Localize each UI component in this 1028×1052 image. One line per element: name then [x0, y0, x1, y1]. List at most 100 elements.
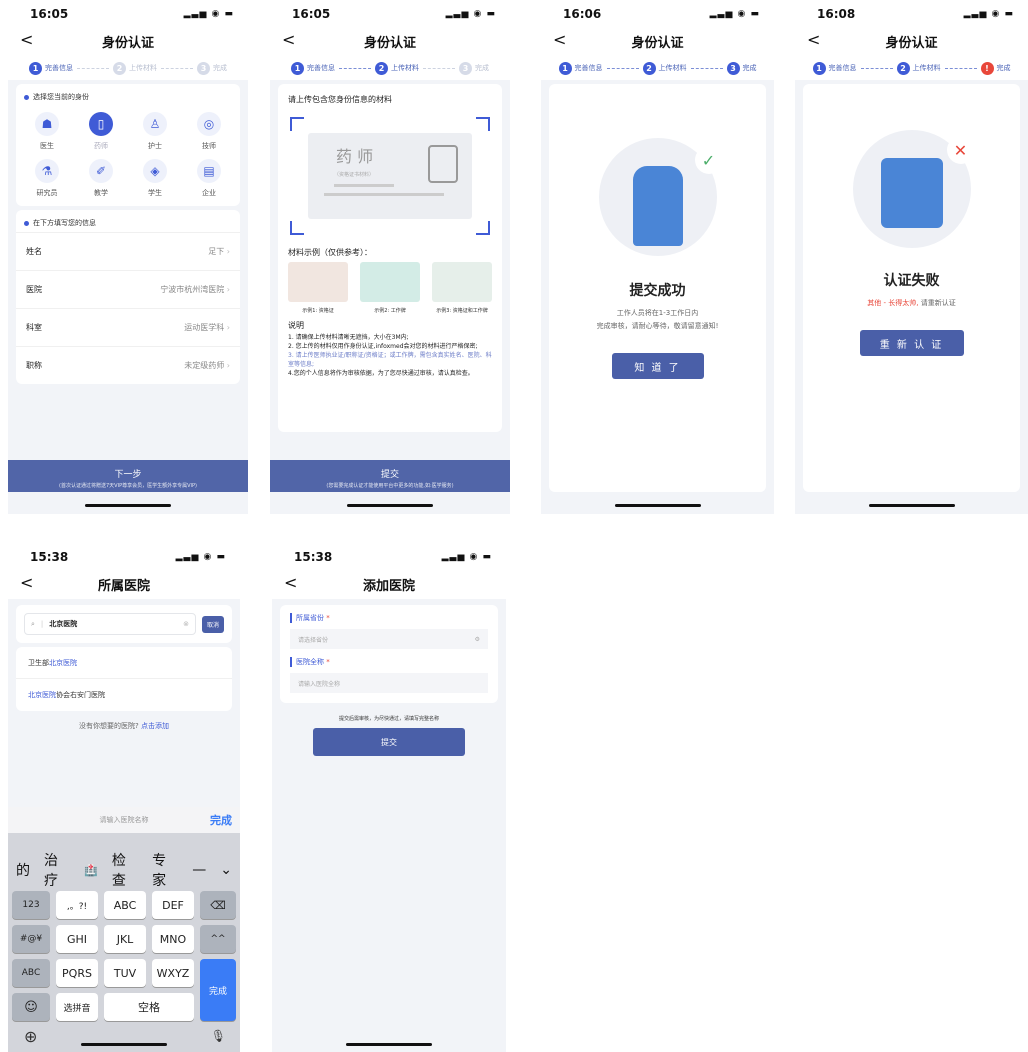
step-divider: [606, 67, 639, 69]
nav-bar: < 身份认证: [541, 26, 774, 56]
hospital-name-field[interactable]: 请输入医院全称: [290, 673, 488, 693]
done-button[interactable]: 完成: [210, 812, 232, 828]
label-text: 所属省份: [296, 614, 324, 622]
clear-icon[interactable]: ⊗: [183, 620, 189, 628]
back-icon[interactable]: <: [553, 30, 566, 49]
status-icons: ▂▃▅ ◉ ▬: [441, 552, 492, 562]
candidate[interactable]: 检查: [112, 850, 138, 890]
corner-bl: [290, 221, 304, 235]
back-icon[interactable]: <: [807, 30, 820, 49]
page-title: 身份认证: [885, 35, 938, 51]
next-sublabel: (首次认证通过将赠送7天VIP尊享会员，医学生额外享专属VIP): [59, 483, 197, 489]
status-time: 15:38: [294, 550, 333, 564]
key-abc[interactable]: ABC: [104, 891, 146, 919]
nav-bar: < 添加医院: [272, 569, 506, 599]
reauth-button[interactable]: 重 新 认 证: [859, 330, 964, 356]
expand-icon[interactable]: ⌄: [220, 862, 232, 878]
search-input[interactable]: ⌕ | 北京医院 ⊗: [24, 613, 196, 635]
submit-button[interactable]: 提交: [313, 728, 465, 756]
step-divider: [423, 67, 455, 69]
space-key[interactable]: 空格: [104, 993, 194, 1021]
hospital-name-input[interactable]: 请输入医院名称: [100, 815, 149, 825]
identity-student[interactable]: ◈ 学生: [128, 159, 182, 198]
status-bar: 15:38 ▂▃▅ ◉ ▬: [8, 545, 240, 569]
key-def[interactable]: DEF: [152, 891, 194, 919]
identity-pharmacist[interactable]: ▯ 药师: [74, 112, 128, 151]
id-card-icon: [880, 158, 943, 228]
key-jkl[interactable]: JKL: [104, 925, 146, 953]
got-it-button[interactable]: 知 道 了: [611, 353, 704, 379]
back-icon[interactable]: <: [282, 30, 295, 49]
status-icons: ▂▃▅ ◉ ▬: [445, 9, 496, 19]
candidate[interactable]: 专家: [152, 850, 178, 890]
step-label: 完善信息: [828, 64, 857, 72]
key-abc-mode[interactable]: ABC: [12, 959, 50, 987]
label-text: 医院全称: [296, 658, 324, 666]
gear-icon: ⚙: [474, 635, 480, 643]
emoji-key[interactable]: ☺: [12, 993, 50, 1021]
next-button[interactable]: 下一步 (首次认证通过将赠送7天VIP尊享会员，医学生额外享专属VIP): [8, 460, 248, 492]
key-select-pinyin[interactable]: 选拼音: [56, 993, 98, 1021]
phone-failure: 16:08 ▂▃▅ ◉ ▬ < 身份认证 1 完善信息 2 上传材料 ! 完成 ✕ 认证失…: [795, 2, 1028, 514]
cancel-button[interactable]: 取消: [201, 615, 224, 633]
candidate[interactable]: 治疗: [44, 850, 70, 890]
teaching-icon: ✐: [89, 159, 113, 183]
identity-researcher[interactable]: ⚗ 研究员: [20, 159, 74, 198]
field-title[interactable]: 职称 未定级药师: [16, 346, 240, 384]
identity-enterprise[interactable]: ▤ 企业: [182, 159, 236, 198]
note-item: 4.您的个人信息将作为审核依据，为了您尽快通过审核，请认真检查。: [288, 370, 474, 377]
key-symbols[interactable]: #@¥: [12, 925, 50, 953]
upload-area[interactable]: 药 师 （资格证书材料）: [288, 115, 492, 237]
technician-icon: ◎: [197, 112, 221, 136]
province-select[interactable]: 请选择省份 ⚙: [290, 629, 488, 649]
field-department[interactable]: 科室 运动医学科: [16, 308, 240, 346]
candidate-emoji[interactable]: 🏥: [84, 864, 98, 877]
globe-icon[interactable]: ⊕: [24, 1027, 37, 1046]
identity-nurse[interactable]: ♙ 护士: [128, 112, 182, 151]
result-item[interactable]: 北京医院 协会右安门医院: [16, 679, 232, 711]
step-2: 2 上传材料: [896, 61, 941, 75]
key-123[interactable]: 123: [12, 891, 50, 919]
step-dot: !: [980, 61, 994, 75]
step-1: 1 完善信息: [812, 61, 857, 75]
submit-label: 提交: [380, 470, 399, 480]
identity-technician[interactable]: ◎ 技师: [182, 112, 236, 151]
key-emoticon[interactable]: ^^: [200, 925, 236, 953]
step-label: 完善信息: [574, 64, 603, 72]
candidate[interactable]: 的: [16, 860, 30, 880]
key-punct[interactable]: ,。?!: [56, 891, 98, 919]
field-hospital[interactable]: 医院 宁波市杭州湾医院: [16, 270, 240, 308]
student-icon: ◈: [143, 159, 167, 183]
result-reason: 其他 - 长得太帅, 请重新认证: [803, 298, 1020, 308]
back-icon[interactable]: <: [284, 573, 297, 592]
nav-bar: < 身份认证: [270, 26, 510, 56]
phone-hospital-search: 15:38 ▂▃▅ ◉ ▬ < 所属医院 ⌕ | 北京医院 ⊗ 取消 卫生部 北京医院 北京…: [8, 545, 240, 1052]
step-divider: [161, 67, 193, 69]
required-mark: *: [326, 614, 330, 622]
nav-bar: < 身份认证: [8, 26, 248, 56]
mic-icon[interactable]: 🎙: [211, 1029, 226, 1043]
submit-button[interactable]: 提交 (您需要完成认证才能使用平台中更多的功能,如:医学服务): [270, 460, 510, 492]
no-result-text: 没有你想要的医院?: [79, 722, 139, 730]
step-1: 1 完善信息: [558, 61, 603, 75]
key-tuv[interactable]: TUV: [104, 959, 146, 987]
delete-key[interactable]: ⌫: [200, 891, 236, 919]
key-ghi[interactable]: GHI: [56, 925, 98, 953]
pharmacist-icon: ▯: [89, 112, 113, 136]
cert-line: [324, 193, 444, 196]
identity-label: 药师: [94, 142, 108, 150]
result-item[interactable]: 卫生部 北京医院: [16, 647, 232, 679]
key-pqrs[interactable]: PQRS: [56, 959, 98, 987]
key-mno[interactable]: MNO: [152, 925, 194, 953]
back-icon[interactable]: <: [20, 30, 33, 49]
result-card: ✕ 认证失败 其他 - 长得太帅, 请重新认证 重 新 认 证: [803, 84, 1020, 492]
field-name[interactable]: 姓名 足下: [16, 232, 240, 270]
enter-key[interactable]: 完成: [200, 959, 236, 1021]
info-card: 在下方填写您的信息 姓名 足下 医院 宁波市杭州湾医院 科室 运动医学科 职称 未定级药…: [16, 210, 240, 384]
identity-teaching[interactable]: ✐ 教学: [74, 159, 128, 198]
add-hospital-link[interactable]: 点击添加: [141, 722, 169, 730]
key-wxyz[interactable]: WXYZ: [152, 959, 194, 987]
candidate[interactable]: —: [192, 862, 206, 878]
back-icon[interactable]: <: [20, 573, 33, 592]
identity-doctor[interactable]: ☗ 医生: [20, 112, 74, 151]
